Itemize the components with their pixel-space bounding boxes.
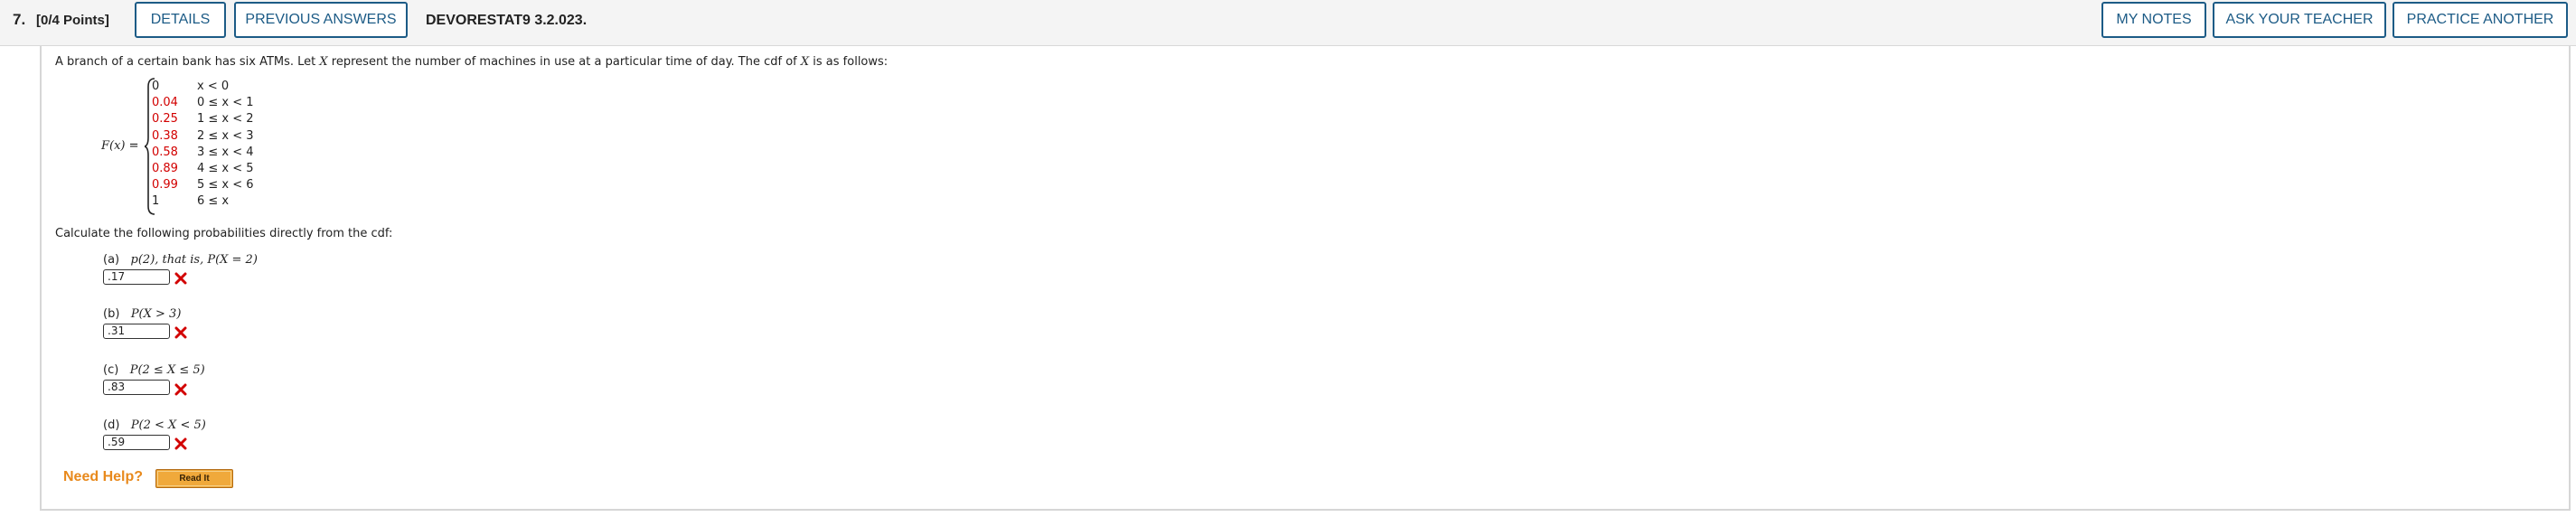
- part-a-label: (a): [103, 253, 120, 267]
- my-notes-button[interactable]: MY NOTES: [2101, 2, 2206, 38]
- part-a-expression: p(2), that is, P(X = 2): [130, 253, 258, 267]
- read-it-button[interactable]: Read It: [155, 469, 233, 488]
- question-intro: A branch of a certain bank has six ATMs.…: [55, 55, 888, 69]
- cdf-condition: 5 ≤ x < 6: [197, 178, 254, 193]
- need-help-label: Need Help?: [63, 469, 144, 484]
- cdf-condition: 2 ≤ x < 3: [197, 128, 254, 143]
- incorrect-icon: [174, 437, 187, 450]
- part-c-answer-input[interactable]: .83: [103, 380, 170, 395]
- practice-another-button[interactable]: PRACTICE ANOTHER: [2393, 2, 2568, 38]
- points-label: [0/4 Points]: [36, 13, 109, 28]
- cdf-value: 0.38: [152, 128, 178, 143]
- cdf-function-label: F(x) =: [101, 139, 139, 153]
- ask-your-teacher-button[interactable]: ASK YOUR TEACHER: [2213, 2, 2386, 38]
- cdf-value: 1: [152, 194, 160, 209]
- intro-text-1: A branch of a certain bank has six ATMs.…: [55, 55, 320, 69]
- part-d-label: (d): [103, 418, 120, 432]
- question-number: 7.: [13, 11, 26, 28]
- cdf-row: 0.04 0 ≤ x < 1: [152, 96, 254, 109]
- cdf-row: 1 6 ≤ x: [152, 194, 229, 208]
- intro-var-x-2: X: [800, 55, 810, 69]
- intro-text-2: represent the number of machines in use …: [327, 55, 801, 69]
- incorrect-icon: [174, 383, 187, 396]
- cdf-row: 0.25 1 ≤ x < 2: [152, 112, 254, 126]
- part-c-label: (c): [103, 363, 119, 377]
- cdf-value: 0: [152, 80, 160, 93]
- cdf-row: 0.89 4 ≤ x < 5: [152, 162, 254, 175]
- part-d-expression: P(2 < X < 5): [130, 418, 206, 432]
- question-source: DEVORESTAT9 3.2.023.: [426, 13, 588, 28]
- cdf-value: 0.58: [152, 145, 178, 159]
- part-b-label: (b): [103, 307, 120, 321]
- incorrect-icon: [174, 272, 187, 285]
- cdf-value: 0.99: [152, 178, 178, 193]
- part-a-answer-input[interactable]: .17: [103, 269, 170, 285]
- part-d-prompt: (d) P(2 < X < 5): [103, 418, 206, 432]
- cdf-condition: 3 ≤ x < 4: [197, 145, 254, 159]
- part-c-prompt: (c) P(2 ≤ X ≤ 5): [103, 363, 205, 377]
- cdf-row: 0.38 2 ≤ x < 3: [152, 129, 254, 143]
- calc-instruction: Calculate the following probabilities di…: [55, 227, 393, 240]
- part-c-expression: P(2 ≤ X ≤ 5): [129, 363, 205, 377]
- cdf-row: 0.58 3 ≤ x < 4: [152, 146, 254, 159]
- cdf-condition: 0 ≤ x < 1: [197, 96, 254, 110]
- part-b-prompt: (b) P(X > 3): [103, 307, 181, 321]
- previous-answers-button[interactable]: PREVIOUS ANSWERS: [234, 2, 408, 38]
- cdf-value: 0.04: [152, 96, 178, 110]
- cdf-row: 0 x < 0: [152, 80, 229, 93]
- cdf-condition: 1 ≤ x < 2: [197, 112, 254, 127]
- part-b-answer-input[interactable]: .31: [103, 324, 170, 339]
- cdf-condition: 6 ≤ x: [197, 194, 230, 209]
- part-b-expression: P(X > 3): [130, 307, 182, 321]
- intro-var-x: X: [319, 55, 328, 69]
- cdf-condition: x < 0: [197, 80, 230, 93]
- question-panel: [40, 46, 2571, 511]
- intro-text-3: is as follows:: [809, 55, 888, 69]
- part-d-answer-input[interactable]: .59: [103, 435, 170, 450]
- cdf-condition: 4 ≤ x < 5: [197, 162, 254, 175]
- fx-symbol: F(x): [101, 139, 126, 153]
- cdf-value: 0.89: [152, 162, 178, 175]
- question-header: 7. [0/4 Points] DETAILS PREVIOUS ANSWERS…: [0, 0, 2576, 46]
- part-a-prompt: (a) p(2), that is, P(X = 2): [103, 253, 258, 267]
- fx-equals: =: [125, 139, 139, 153]
- details-button[interactable]: DETAILS: [135, 2, 226, 38]
- cdf-row: 0.99 5 ≤ x < 6: [152, 178, 254, 192]
- incorrect-icon: [174, 326, 187, 339]
- cdf-value: 0.25: [152, 112, 178, 127]
